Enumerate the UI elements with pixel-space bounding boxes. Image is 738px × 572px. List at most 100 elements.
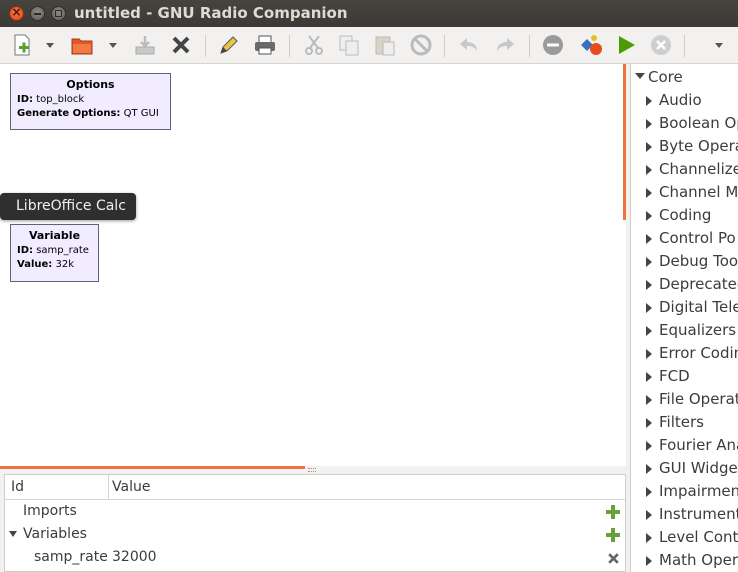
- tree-category-item[interactable]: Channelize: [631, 158, 738, 181]
- tree-category-item[interactable]: Digital Tele: [631, 296, 738, 319]
- variable-id-label: ID:: [17, 245, 34, 256]
- add-variable-icon[interactable]: [605, 527, 621, 543]
- tree-category-item[interactable]: Impairmen: [631, 480, 738, 503]
- tree-category-item[interactable]: Filters: [631, 411, 738, 434]
- expander-collapsed-icon[interactable]: [646, 165, 652, 175]
- kill-button[interactable]: [539, 32, 567, 58]
- expander-collapsed-icon[interactable]: [646, 395, 652, 405]
- expander-collapsed-icon[interactable]: [646, 510, 652, 520]
- column-divider[interactable]: [108, 475, 109, 500]
- expander-expanded-icon[interactable]: [9, 531, 17, 537]
- splitter-grip[interactable]: [308, 468, 316, 472]
- tree-category-item[interactable]: Debug Too: [631, 250, 738, 273]
- tree-category-item[interactable]: GUI Widget: [631, 457, 738, 480]
- new-dropdown-arrow[interactable]: [46, 43, 54, 48]
- maximize-icon: [55, 10, 62, 17]
- block-library-tree[interactable]: Core Audio Boolean Op Byte Opera Channelize…: [630, 64, 738, 572]
- expander-collapsed-icon[interactable]: [646, 418, 652, 428]
- tree-category-item[interactable]: Instrument: [631, 503, 738, 526]
- disable-button[interactable]: [407, 32, 435, 58]
- window-close-button[interactable]: ×: [9, 5, 24, 21]
- expander-collapsed-icon[interactable]: [646, 464, 652, 474]
- tree-category-item[interactable]: Fourier Ana: [631, 434, 738, 457]
- window-maximize-button[interactable]: [51, 6, 66, 21]
- print-button[interactable]: [251, 32, 279, 58]
- expander-collapsed-icon[interactable]: [646, 349, 652, 359]
- tree-category-item[interactable]: Equalizers: [631, 319, 738, 342]
- toolbar-overflow-dropdown[interactable]: [715, 43, 723, 48]
- flowgraph-canvas[interactable]: Options ID: top_block Generate Options: …: [0, 64, 626, 466]
- variable-block[interactable]: Variable ID: samp_rate Value: 32k: [10, 224, 99, 282]
- minimize-icon: [34, 13, 41, 15]
- expander-collapsed-icon[interactable]: [646, 142, 652, 152]
- expander-collapsed-icon[interactable]: [646, 234, 652, 244]
- tree-category-item[interactable]: Byte Opera: [631, 135, 738, 158]
- expander-collapsed-icon[interactable]: [646, 119, 652, 129]
- redo-button[interactable]: [491, 32, 519, 58]
- expander-collapsed-icon[interactable]: [646, 533, 652, 543]
- tree-category-item[interactable]: FCD: [631, 365, 738, 388]
- paste-button[interactable]: [371, 32, 399, 58]
- options-block[interactable]: Options ID: top_block Generate Options: …: [10, 73, 171, 130]
- save-button[interactable]: [131, 32, 159, 58]
- add-import-icon[interactable]: [605, 504, 621, 520]
- undo-button[interactable]: [455, 32, 483, 58]
- expander-collapsed-icon[interactable]: [646, 257, 652, 267]
- tree-category-item[interactable]: Level Contr: [631, 526, 738, 549]
- variable-block-value-row: Value: 32k: [11, 258, 98, 272]
- expander-expanded-icon[interactable]: [635, 73, 645, 79]
- copy-button[interactable]: [335, 32, 363, 58]
- edit-button[interactable]: [215, 32, 243, 58]
- variables-row-imports[interactable]: Imports: [5, 501, 625, 524]
- tree-category-label: Deprecated: [659, 275, 738, 293]
- expander-collapsed-icon[interactable]: [646, 188, 652, 198]
- toolbar-separator: [289, 35, 290, 57]
- tree-category-label: Control Po: [659, 229, 736, 247]
- options-block-title: Options: [66, 78, 115, 91]
- expander-collapsed-icon[interactable]: [646, 280, 652, 290]
- tree-category-label: FCD: [659, 367, 690, 385]
- tree-category-label: Channelize: [659, 160, 738, 178]
- expander-collapsed-icon[interactable]: [646, 441, 652, 451]
- cut-button[interactable]: [300, 32, 328, 58]
- close-button[interactable]: [167, 32, 195, 58]
- toolbar-separator: [529, 35, 530, 57]
- tree-category-item[interactable]: Audio: [631, 89, 738, 112]
- tree-category-item[interactable]: File Operat: [631, 388, 738, 411]
- column-header-id[interactable]: Id: [11, 479, 24, 495]
- tree-category-item[interactable]: Math Oper: [631, 549, 738, 572]
- column-header-value[interactable]: Value: [112, 479, 150, 495]
- tree-category-label: Byte Opera: [659, 137, 738, 155]
- generate-button[interactable]: [577, 32, 605, 58]
- tree-item-core[interactable]: Core: [631, 66, 738, 89]
- tree-category-item[interactable]: Coding: [631, 204, 738, 227]
- expander-collapsed-icon[interactable]: [646, 211, 652, 221]
- window-minimize-button[interactable]: [30, 6, 45, 21]
- new-button[interactable]: [8, 32, 36, 58]
- variables-row-samp-rate[interactable]: samp_rate 32000: [5, 547, 625, 570]
- tree-category-item[interactable]: Channel Mo: [631, 181, 738, 204]
- row-samp-rate-id: samp_rate: [34, 549, 108, 565]
- expander-collapsed-icon[interactable]: [646, 372, 652, 382]
- canvas-scroll-indicator[interactable]: [623, 64, 626, 220]
- variable-value-value: 32k: [55, 259, 74, 270]
- tree-category-label: Audio: [659, 91, 702, 109]
- expander-collapsed-icon[interactable]: [646, 303, 652, 313]
- variables-panel: Id Value Imports Variables samp_rate 320…: [4, 474, 626, 572]
- open-button[interactable]: [68, 32, 96, 58]
- remove-variable-icon[interactable]: [607, 552, 620, 565]
- expander-collapsed-icon[interactable]: [646, 96, 652, 106]
- toolbar: [0, 27, 738, 64]
- execute-button[interactable]: [612, 32, 640, 58]
- open-dropdown-arrow[interactable]: [109, 43, 117, 48]
- tree-category-item[interactable]: Control Po: [631, 227, 738, 250]
- tree-category-item[interactable]: Error Codin: [631, 342, 738, 365]
- expander-collapsed-icon[interactable]: [646, 326, 652, 336]
- tree-category-item[interactable]: Boolean Op: [631, 112, 738, 135]
- variables-row-variables[interactable]: Variables: [5, 524, 625, 547]
- expander-collapsed-icon[interactable]: [646, 487, 652, 497]
- stop-button[interactable]: [647, 32, 675, 58]
- execute-icon: [619, 36, 635, 54]
- tree-category-item[interactable]: Deprecated: [631, 273, 738, 296]
- expander-collapsed-icon[interactable]: [646, 556, 652, 566]
